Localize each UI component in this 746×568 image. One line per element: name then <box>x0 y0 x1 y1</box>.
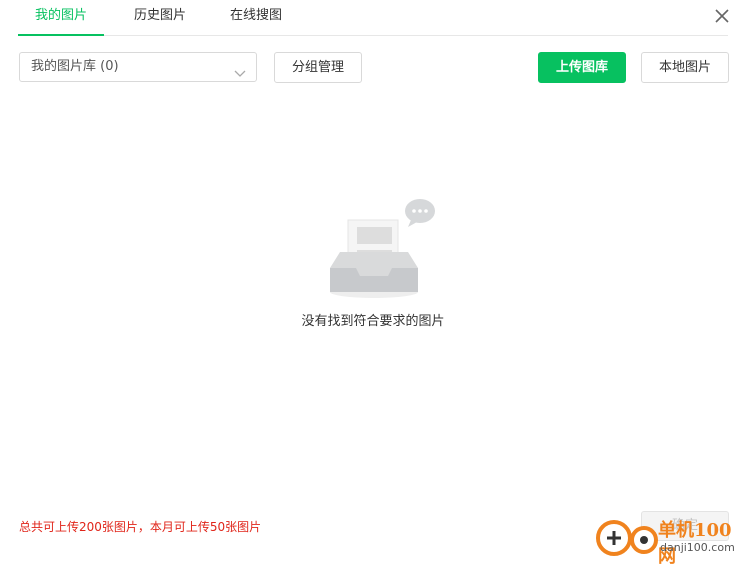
tab-online-search[interactable]: 在线搜图 <box>218 0 294 34</box>
empty-inbox-icon <box>326 196 438 304</box>
chevron-down-icon <box>234 62 246 77</box>
watermark-logo-icon <box>596 516 658 562</box>
tab-my-images[interactable]: 我的图片 <box>18 0 104 36</box>
tab-bar: 我的图片 历史图片 在线搜图 <box>18 0 728 36</box>
watermark-domain: danji100.com <box>660 541 735 554</box>
close-icon[interactable] <box>712 6 732 26</box>
local-images-button[interactable]: 本地图片 <box>641 52 729 83</box>
library-select-value: 我的图片库 (0) <box>31 59 119 74</box>
empty-message: 没有找到符合要求的图片 <box>301 314 445 329</box>
group-manage-button[interactable]: 分组管理 <box>274 52 362 83</box>
tab-history-images[interactable]: 历史图片 <box>122 0 198 34</box>
library-select[interactable]: 我的图片库 (0) <box>19 52 257 82</box>
upload-button[interactable]: 上传图库 <box>538 52 626 83</box>
quota-note: 总共可上传200张图片，本月可上传50张图片 <box>19 520 262 534</box>
